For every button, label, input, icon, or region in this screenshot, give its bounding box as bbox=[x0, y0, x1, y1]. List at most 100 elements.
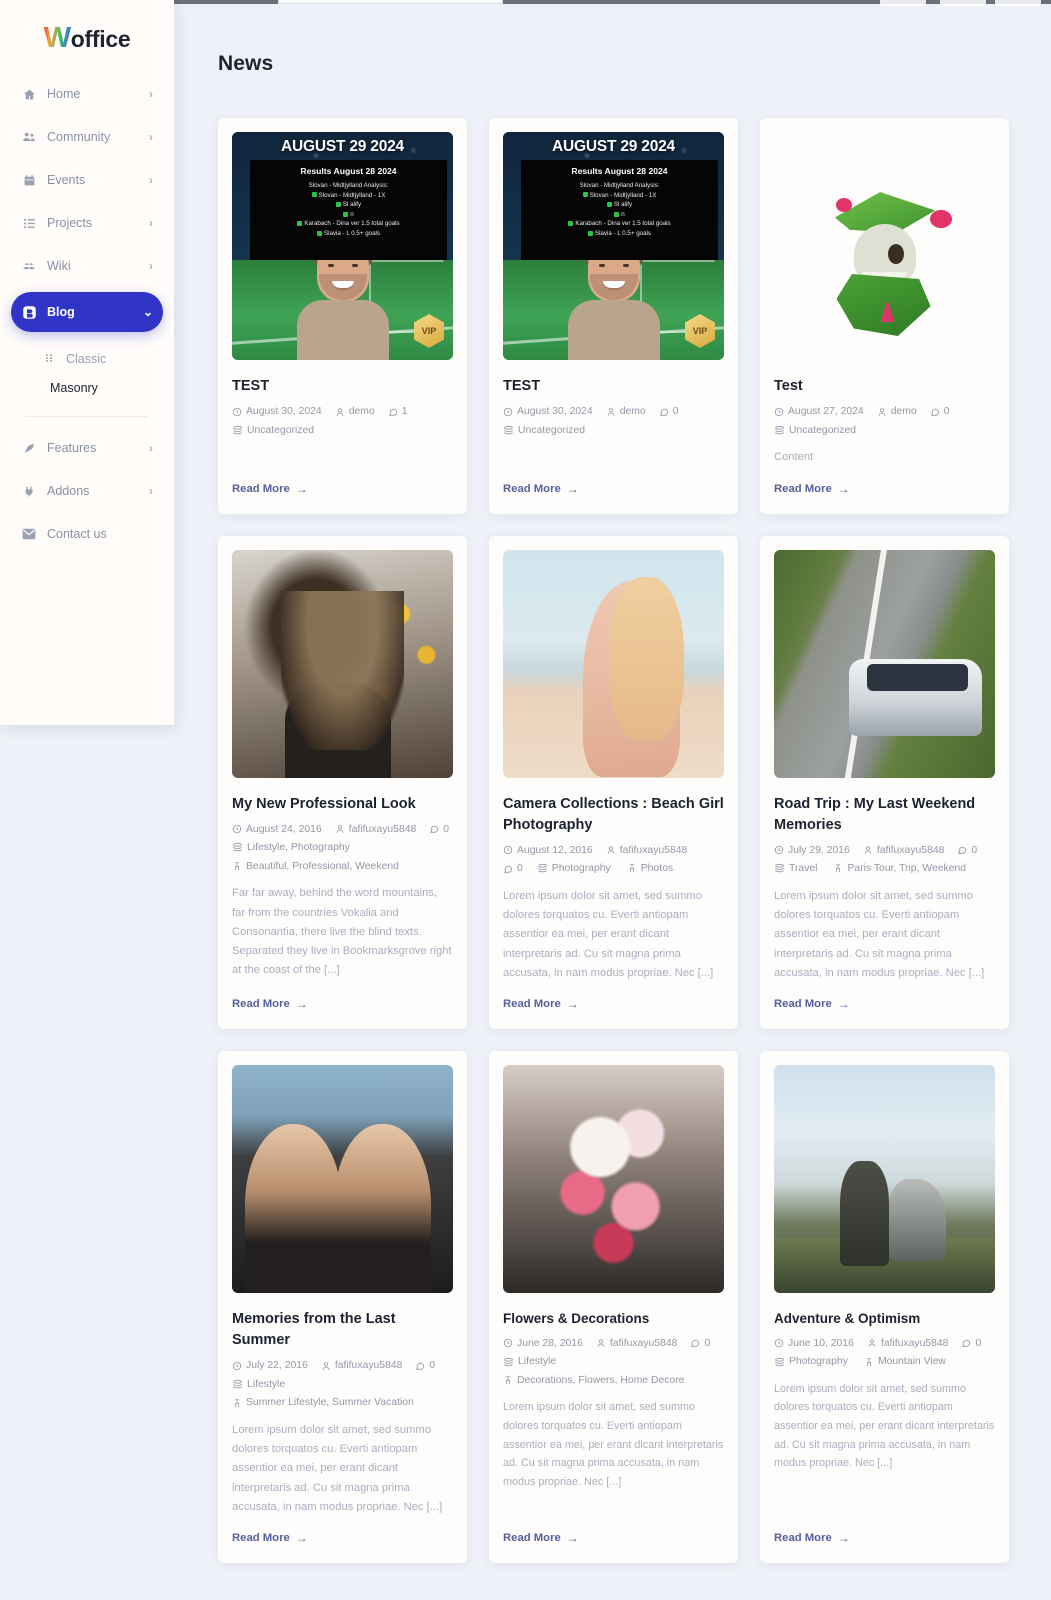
post-thumbnail[interactable] bbox=[232, 1065, 453, 1294]
sidebar-item-projects[interactable]: Projects › bbox=[11, 206, 163, 240]
thumb-panel-line: Slovan - Midtjylland - 1X bbox=[318, 191, 386, 199]
thumb-panel-line: Slovan - Midtjylland Analysis: bbox=[308, 182, 389, 189]
post-category: Lifestyle, Photography bbox=[232, 840, 350, 856]
post-meta: August 27, 2024 demo 0 Uncategorized bbox=[774, 404, 995, 438]
sidebar-item-label: Contact us bbox=[47, 527, 107, 541]
plug-icon bbox=[21, 485, 37, 498]
post-title[interactable]: TEST bbox=[503, 376, 724, 397]
read-more-link[interactable]: Read More → bbox=[503, 482, 724, 496]
read-more-label: Read More bbox=[503, 998, 561, 1011]
post-excerpt: Lorem ipsum dolor sit amet, sed summo do… bbox=[503, 889, 714, 979]
beach-girl-photo bbox=[503, 549, 724, 778]
post-author-text: fafifuxayu5848 bbox=[619, 844, 688, 856]
post-comments-count: 0 bbox=[971, 844, 978, 856]
thumb-panel-line: n bbox=[621, 210, 625, 218]
read-more-link[interactable]: Read More → bbox=[232, 1531, 453, 1545]
sidebar-item-blog[interactable]: Blog ⌄ bbox=[11, 292, 163, 332]
post-thumbnail[interactable] bbox=[232, 549, 453, 778]
post-tags-text: Photos bbox=[640, 863, 674, 875]
post-date-text: June 28, 2016 bbox=[517, 1337, 583, 1349]
arrow-right-icon: → bbox=[837, 1531, 850, 1546]
post-tags: Summer Lifestyle, Summer Vacation bbox=[232, 1395, 453, 1411]
read-more-link[interactable]: Read More → bbox=[232, 997, 453, 1011]
chevron-right-icon: › bbox=[149, 130, 153, 144]
brand-logo[interactable]: Woffice bbox=[0, 0, 174, 65]
sidebar-item-home[interactable]: Home › bbox=[11, 77, 163, 111]
nav-divider bbox=[25, 416, 149, 417]
post-title[interactable]: TEST bbox=[232, 376, 453, 397]
post-thumbnail[interactable]: AUGUST 29 2024 Results August 28 2024 Sl… bbox=[503, 132, 724, 360]
post-comments: 0 bbox=[930, 404, 949, 420]
post-title[interactable]: My New Professional Look bbox=[232, 794, 453, 815]
post-author: fafifuxayu5848 bbox=[606, 843, 688, 859]
post-date: June 10, 2016 bbox=[774, 1336, 854, 1352]
page-title: News bbox=[218, 52, 274, 75]
sidebar-item-wiki[interactable]: Wiki › bbox=[11, 249, 163, 283]
post-title[interactable]: Test bbox=[774, 376, 995, 397]
post-date: August 24, 2016 bbox=[232, 822, 322, 838]
post-author: demo bbox=[335, 404, 375, 420]
sidebar-subitem-classic[interactable]: Classic bbox=[22, 344, 152, 373]
post-category: Uncategorized bbox=[774, 423, 995, 439]
sidebar-item-label: Events bbox=[47, 173, 86, 187]
post-date: August 12, 2016 bbox=[503, 843, 593, 859]
post-category-text: Uncategorized bbox=[518, 424, 586, 436]
read-more-link[interactable]: Read More → bbox=[774, 997, 995, 1011]
read-more-link[interactable]: Read More → bbox=[774, 482, 995, 496]
brand-initial: W bbox=[43, 22, 71, 54]
sidebar-subitem-masonry[interactable]: Masonry bbox=[22, 373, 152, 402]
read-more-link[interactable]: Read More → bbox=[232, 482, 453, 496]
news-card[interactable]: My New Professional Look August 24, 2016… bbox=[218, 535, 467, 1030]
thumb-panel-line: Karabach - Dina ver 1.5 total goals bbox=[304, 220, 400, 228]
post-author: demo bbox=[877, 404, 917, 420]
read-more-link[interactable]: Read More → bbox=[774, 1531, 995, 1545]
sidebar-item-addons[interactable]: Addons › bbox=[11, 474, 163, 508]
post-author: fafifuxayu5848 bbox=[596, 1336, 677, 1352]
post-comments: 0 bbox=[659, 404, 678, 420]
post-title[interactable]: Camera Collections : Beach Girl Photogra… bbox=[503, 794, 724, 836]
chevron-right-icon: › bbox=[149, 259, 153, 273]
post-title[interactable]: Flowers & Decorations bbox=[503, 1309, 724, 1329]
post-author-text: demo bbox=[890, 406, 917, 418]
sports-tv-thumbnail: AUGUST 29 2024 Results August 28 2024 Sl… bbox=[232, 132, 453, 360]
thumb-panel-line: Slavia - L 0.5+ goals bbox=[594, 230, 651, 238]
post-title[interactable]: Road Trip : My Last Weekend Memories bbox=[774, 794, 995, 836]
brand-name: office bbox=[70, 26, 131, 52]
sidebar-item-events[interactable]: Events › bbox=[11, 163, 163, 197]
post-thumbnail[interactable] bbox=[774, 1065, 995, 1294]
news-card[interactable]: Camera Collections : Beach Girl Photogra… bbox=[489, 535, 738, 1030]
mail-icon bbox=[21, 528, 37, 540]
post-category-text: Lifestyle bbox=[518, 1356, 557, 1368]
sidebar-item-features[interactable]: Features › bbox=[11, 431, 163, 465]
read-more-link[interactable]: Read More → bbox=[503, 1531, 724, 1545]
post-comments-count: 0 bbox=[704, 1337, 711, 1349]
chevron-right-icon: › bbox=[149, 441, 153, 455]
news-card[interactable]: Test August 27, 2024 demo 0 Uncategorize… bbox=[760, 118, 1009, 514]
read-more-link[interactable]: Read More → bbox=[503, 997, 724, 1011]
post-comments-count: 1 bbox=[401, 406, 408, 418]
post-author: demo bbox=[606, 404, 646, 420]
sidebar-item-label: Community bbox=[47, 130, 111, 144]
post-title[interactable]: Memories from the Last Summer bbox=[232, 1309, 453, 1351]
sidebar-item-community[interactable]: Community › bbox=[11, 120, 163, 154]
post-title[interactable]: Adventure & Optimism bbox=[774, 1309, 995, 1329]
post-thumbnail[interactable] bbox=[503, 1065, 724, 1294]
news-card[interactable]: Flowers & Decorations June 28, 2016 fafi… bbox=[489, 1051, 738, 1564]
news-card[interactable]: Memories from the Last Summer July 22, 2… bbox=[218, 1051, 467, 1564]
thumb-panel-title: Results August 28 2024 bbox=[571, 166, 668, 176]
post-thumbnail[interactable] bbox=[774, 549, 995, 778]
post-thumbnail[interactable] bbox=[503, 549, 724, 778]
sidebar-item-label: Wiki bbox=[47, 259, 71, 273]
news-card[interactable]: AUGUST 29 2024 Results August 28 2024 Sl… bbox=[218, 118, 467, 514]
post-comments-count: 0 bbox=[975, 1337, 982, 1349]
news-card[interactable]: AUGUST 29 2024 Results August 28 2024 Sl… bbox=[489, 118, 738, 514]
sidebar-item-contact-us[interactable]: Contact us bbox=[11, 517, 163, 551]
post-thumbnail[interactable]: AUGUST 29 2024 Results August 28 2024 Sl… bbox=[232, 132, 453, 360]
post-date: August 30, 2024 bbox=[503, 404, 593, 420]
post-excerpt: Lorem ipsum dolor sit amet, sed summo do… bbox=[774, 1382, 995, 1470]
post-thumbnail[interactable] bbox=[774, 132, 995, 360]
news-card[interactable]: Adventure & Optimism June 10, 2016 fafif… bbox=[760, 1051, 1009, 1564]
post-date: July 29, 2016 bbox=[774, 843, 850, 859]
news-card[interactable]: Road Trip : My Last Weekend Memories Jul… bbox=[760, 535, 1009, 1030]
post-date-text: June 10, 2016 bbox=[788, 1337, 854, 1349]
